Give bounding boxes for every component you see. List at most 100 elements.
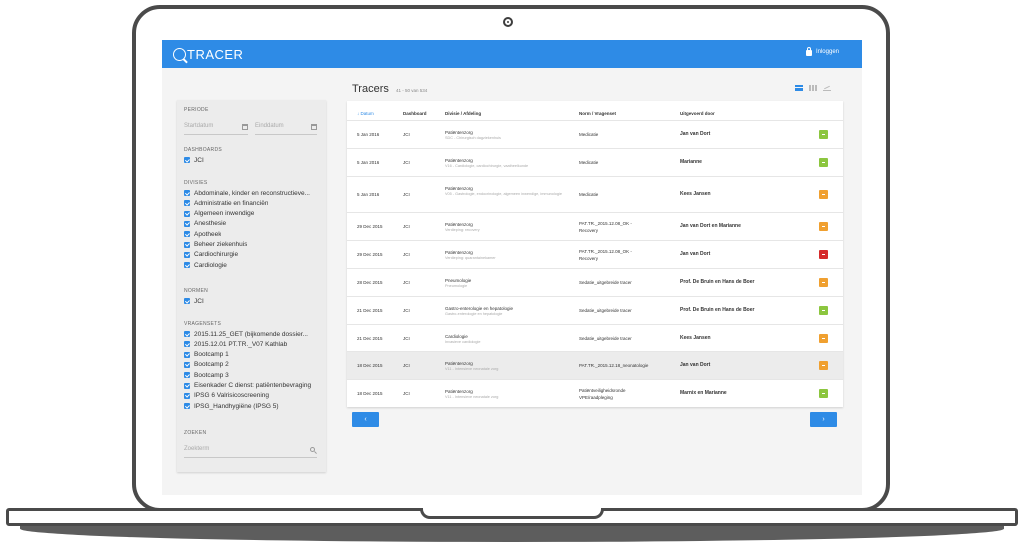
- start-date-placeholder: Startdatum: [184, 123, 214, 129]
- cell-date: 5 Jan 2016: [357, 160, 380, 165]
- checkbox-checked-icon[interactable]: [184, 251, 190, 258]
- norm-name-line2: Recovery: [579, 228, 599, 233]
- division-subtitle: V11 - Intensieve neonatale zorg: [445, 367, 499, 371]
- checkbox-item[interactable]: Bootcamp 2: [184, 360, 229, 370]
- checkbox-label: JCI: [194, 297, 204, 305]
- status-badge: [819, 130, 828, 139]
- checkbox-checked-icon[interactable]: [184, 241, 190, 248]
- cell-dashboard: JCI: [403, 308, 410, 313]
- table-row[interactable]: 18 Dec 2015 JCI Patiëntenzorg V11 - Intensi…: [347, 351, 843, 379]
- checkbox-label: 2015.12.01 PT.TR._V07 Kathlab: [194, 340, 288, 348]
- table-row[interactable]: 29 Dec 2015 JCI Patiëntenzorg Verdieping: r…: [347, 212, 843, 240]
- view-switcher: [795, 85, 831, 91]
- login-button[interactable]: Inloggen: [805, 47, 839, 56]
- checkbox-item[interactable]: Administratie en financiën: [184, 198, 268, 208]
- status-mark-icon: [822, 393, 825, 394]
- checkbox-norm-jci[interactable]: JCI: [184, 296, 204, 306]
- cell-norm: Medicatie: [579, 191, 675, 198]
- checkbox-item[interactable]: Abdominale, kinder en reconstructieve...: [184, 188, 310, 198]
- start-date-input[interactable]: Startdatum: [184, 123, 248, 135]
- cell-performed-by: Prof. De Bruin en Hans de Boer: [680, 279, 755, 285]
- checkbox-checked-icon[interactable]: [184, 220, 190, 227]
- filter-sidebar: PERIODE Startdatum Einddatum DASHBOARDS …: [177, 100, 326, 472]
- column-header-divisie[interactable]: Divisie / Afdeling: [445, 111, 481, 116]
- division-subtitle: Verdieping: quarantainekamer: [445, 256, 496, 260]
- tracer-logo[interactable]: TRACER: [173, 46, 243, 62]
- calendar-icon[interactable]: [242, 124, 248, 130]
- list-view-icon[interactable]: [795, 85, 803, 91]
- division-subtitle: SDC - Chirurgisch dagziekenhuis: [445, 136, 501, 140]
- cell-dashboard: JCI: [403, 363, 410, 368]
- checkbox-dashboard-jci[interactable]: JCI: [184, 155, 204, 165]
- search-icon[interactable]: [310, 447, 315, 452]
- column-header-norm[interactable]: Norm / Vragenset: [579, 111, 616, 116]
- division-subtitle: Gastro-enterologie en hepatologie: [445, 312, 503, 316]
- cell-date: 5 Jan 2016: [357, 132, 380, 137]
- checkbox-checked-icon[interactable]: [184, 210, 190, 217]
- table-row[interactable]: 21 Dec 2015 JCI Gastro-enterologie en hepa…: [347, 296, 843, 324]
- prev-page-button[interactable]: ‹: [352, 412, 379, 427]
- checkbox-checked-icon[interactable]: [184, 190, 190, 196]
- cell-division: Patiëntenzorg Verdieping: recovery: [445, 221, 565, 234]
- division-name: Patiëntenzorg: [445, 158, 473, 163]
- checkbox-item[interactable]: 2015.12.01 PT.TR._V07 Kathlab: [184, 339, 287, 349]
- cell-norm: Sedatie_uitgebreide tracer: [579, 307, 675, 314]
- search-input[interactable]: Zoekterm: [184, 446, 317, 458]
- checkbox-checked-icon[interactable]: [184, 331, 190, 337]
- checkbox-item[interactable]: Apotheek: [184, 229, 221, 239]
- checkbox-checked-icon[interactable]: [184, 200, 190, 207]
- cell-norm: PAT.TR._2015.12.18_neonatologie: [579, 362, 675, 369]
- checkbox-checked-icon[interactable]: [184, 361, 190, 368]
- zoeken-heading: ZOEKEN: [184, 430, 207, 436]
- column-header-label: Datum: [360, 111, 374, 116]
- checkbox-item[interactable]: Cardiologie: [184, 260, 227, 270]
- checkbox-checked-icon[interactable]: [184, 262, 190, 269]
- calendar-icon[interactable]: [311, 124, 317, 130]
- division-name: Patiëntenzorg: [445, 222, 473, 227]
- column-header-uitgevoerd[interactable]: Uitgevoerd door: [680, 111, 715, 116]
- next-page-button[interactable]: ›: [810, 412, 837, 427]
- checkbox-checked-icon[interactable]: [184, 392, 190, 399]
- checkbox-checked-icon[interactable]: [184, 157, 190, 163]
- checkbox-item[interactable]: Cardiochirurgie: [184, 250, 238, 260]
- checkbox-item[interactable]: Bootcamp 3: [184, 370, 229, 380]
- checkbox-checked-icon[interactable]: [184, 351, 190, 358]
- status-badge: [819, 190, 828, 199]
- logo-q-icon: [173, 47, 186, 61]
- checkbox-label: Eisenkader C dienst: patiëntenbevraging: [194, 382, 312, 389]
- checkbox-checked-icon[interactable]: [184, 341, 190, 348]
- checkbox-item[interactable]: 2015.11.25_GET (bijkomende dossier...: [184, 329, 308, 339]
- chart-view-icon[interactable]: [823, 85, 831, 91]
- checkbox-item[interactable]: Beheer ziekenhuis: [184, 240, 247, 250]
- table-row[interactable]: 18 Dec 2015 JCI Patiëntenzorg V11 - Intensi…: [347, 379, 843, 407]
- grid-view-icon[interactable]: [809, 85, 817, 91]
- table-row[interactable]: 5 Jan 2016 JCI Patiëntenzorg SDC - Chirurgi…: [347, 120, 843, 148]
- checkbox-item[interactable]: Bootcamp 1: [184, 350, 229, 360]
- table-row[interactable]: 5 Jan 2016 JCI Patiëntenzorg V05 - Gastrolo…: [347, 176, 843, 212]
- end-date-input[interactable]: Einddatum: [255, 123, 317, 135]
- division-name: Pneumologie: [445, 278, 472, 283]
- checkbox-label: Cardiologie: [194, 261, 227, 269]
- table-row[interactable]: 28 Dec 2015 JCI Pneumologie Pneumologie Seda…: [347, 268, 843, 296]
- checkbox-checked-icon[interactable]: [184, 231, 190, 238]
- cell-performed-by: Marnix en Marianne: [680, 390, 727, 396]
- checkbox-item[interactable]: Anesthesie: [184, 219, 226, 229]
- cell-division: Patiëntenzorg V16 - Cardiologie, cardioch…: [445, 157, 565, 170]
- table-row[interactable]: 21 Dec 2015 JCI Cardiologie Invasieve cardi…: [347, 324, 843, 351]
- checkbox-checked-icon[interactable]: [184, 372, 190, 379]
- checkbox-item[interactable]: IPSG_Handhygiëne (IPSG 5): [184, 401, 279, 411]
- checkbox-checked-icon[interactable]: [184, 403, 190, 410]
- table-row[interactable]: 29 Dec 2015 JCI Patiëntenzorg Verdieping: q…: [347, 240, 843, 268]
- table-row[interactable]: 5 Jan 2016 JCI Patiëntenzorg V16 - Cardiolo…: [347, 148, 843, 176]
- checkbox-checked-icon[interactable]: [184, 382, 190, 389]
- cell-dashboard: JCI: [403, 132, 410, 137]
- checkbox-item[interactable]: Algemeen inwendige: [184, 209, 254, 219]
- checkbox-checked-icon[interactable]: [184, 298, 190, 304]
- checkbox-label: IPSG 6 Valrisicoscreening: [194, 392, 270, 400]
- column-header-dashboard[interactable]: Dashboard: [403, 111, 427, 116]
- end-date-placeholder: Einddatum: [255, 123, 284, 129]
- checkbox-item[interactable]: IPSG 6 Valrisicoscreening: [184, 391, 269, 401]
- column-header-datum[interactable]: ↓ Datum: [357, 111, 374, 116]
- division-subtitle: V16 - Cardiologie, cardiochirurgie, vaat…: [445, 164, 529, 168]
- checkbox-item[interactable]: Eisenkader C dienst: patiëntenbevraging: [184, 381, 311, 391]
